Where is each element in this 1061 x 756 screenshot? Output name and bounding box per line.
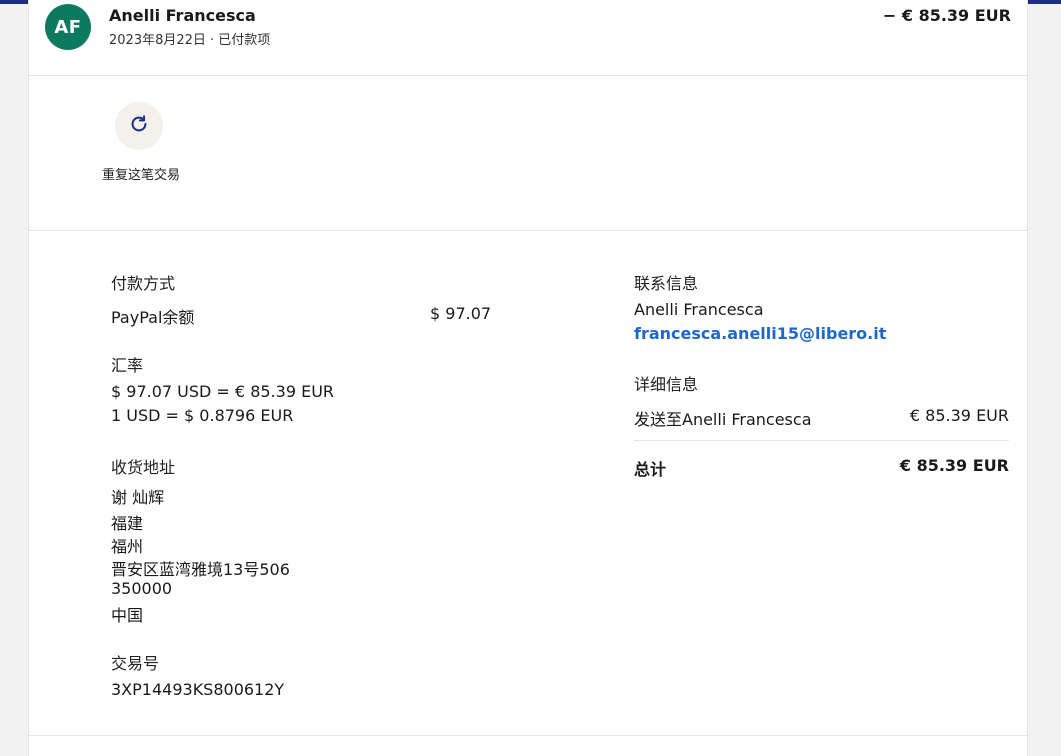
- shipping-address-line: 福州: [111, 537, 144, 556]
- sent-to-amount: € 85.39 EUR: [909, 406, 1009, 425]
- transaction-id-heading: 交易号: [111, 654, 160, 673]
- transaction-amount: − € 85.39 EUR: [882, 6, 1011, 25]
- refresh-icon: [128, 113, 150, 139]
- contact-info-heading: 联系信息: [634, 274, 699, 293]
- shipping-address-line: 谢 灿辉: [111, 488, 165, 507]
- payment-method-heading: 付款方式: [111, 274, 176, 293]
- contact-email-link[interactable]: francesca.anelli15@libero.it: [634, 324, 886, 343]
- counterparty-name: Anelli Francesca: [109, 6, 256, 25]
- shipping-address-line: 晋安区蓝湾雅境13号506: [111, 560, 290, 579]
- details-heading: 详细信息: [634, 375, 699, 394]
- exchange-rate-heading: 汇率: [111, 356, 144, 375]
- divider: [29, 230, 1027, 231]
- shipping-address-line: 福建: [111, 514, 144, 533]
- avatar: AF: [45, 4, 91, 50]
- shipping-address-heading: 收货地址: [111, 458, 176, 477]
- transaction-detail-card: AF Anelli Francesca 2023年8月22日 · 已付款项 − …: [28, 0, 1028, 756]
- repeat-transaction-button[interactable]: [115, 102, 163, 150]
- exchange-rate-conversion: $ 97.07 USD = € 85.39 EUR: [111, 382, 335, 401]
- contact-name: Anelli Francesca: [634, 300, 764, 319]
- divider: [29, 735, 1027, 736]
- shipping-address-line: 350000: [111, 579, 173, 598]
- total-label: 总计: [634, 460, 667, 479]
- transaction-date-status: 2023年8月22日 · 已付款项: [109, 33, 271, 48]
- details-divider: [634, 440, 1009, 441]
- transaction-id: 3XP14493KS800612Y: [111, 680, 285, 699]
- sent-to-label: 发送至Anelli Francesca: [634, 410, 812, 429]
- payment-method-amount: $ 97.07: [430, 304, 492, 323]
- payment-method-name: PayPal余额: [111, 308, 195, 327]
- repeat-transaction-label[interactable]: 重复这笔交易: [101, 167, 181, 185]
- shipping-address-line: 中国: [111, 606, 144, 625]
- divider: [29, 75, 1027, 76]
- exchange-rate-unit: 1 USD = $ 0.8796 EUR: [111, 406, 294, 425]
- total-amount: € 85.39 EUR: [899, 456, 1009, 475]
